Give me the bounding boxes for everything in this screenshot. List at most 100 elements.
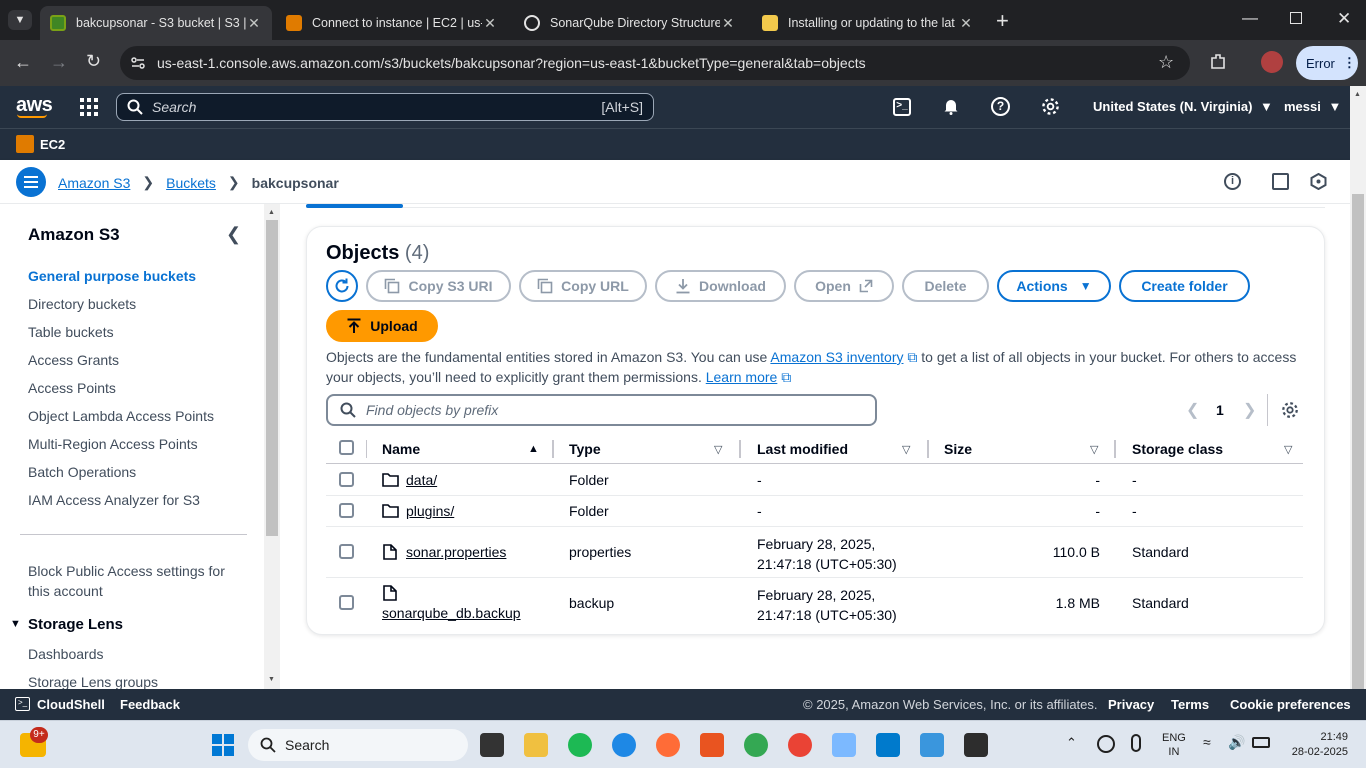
sidenav-scrollbar[interactable]: ▲ ▼ bbox=[264, 204, 280, 689]
clock[interactable]: 21:49 28-02-2025 bbox=[1288, 730, 1348, 760]
menu-toggle-button[interactable] bbox=[16, 167, 46, 197]
info-icon[interactable]: i bbox=[1224, 173, 1241, 190]
address-bar[interactable]: us-east-1.console.aws.amazon.com/s3/buck… bbox=[120, 46, 1190, 80]
breadcrumb-amazon-s3[interactable]: Amazon S3 bbox=[58, 175, 130, 191]
notifications-bell-icon[interactable] bbox=[942, 97, 960, 115]
sidebar-item-access-grants[interactable]: Access Grants bbox=[28, 352, 119, 368]
row-checkbox[interactable] bbox=[339, 472, 354, 487]
delete-button[interactable]: Delete bbox=[902, 270, 989, 302]
chrome-icon[interactable] bbox=[744, 733, 768, 757]
sidebar-item-access-points[interactable]: Access Points bbox=[28, 380, 116, 396]
forward-icon[interactable]: → bbox=[50, 52, 68, 73]
edge-icon[interactable] bbox=[612, 733, 636, 757]
favorite-ec2[interactable]: EC2 bbox=[16, 135, 65, 153]
cloudshell-icon[interactable]: >_ bbox=[893, 98, 911, 116]
new-tab-icon[interactable]: + bbox=[996, 8, 1009, 34]
page-scrollbar[interactable]: ▲ ▼ bbox=[1350, 86, 1366, 720]
filter-objects-input[interactable]: Find objects by prefix bbox=[326, 394, 877, 426]
column-header-storage-class[interactable]: Storage class bbox=[1132, 441, 1223, 457]
inventory-link[interactable]: Amazon S3 inventory bbox=[770, 349, 903, 365]
column-divider[interactable] bbox=[1114, 440, 1116, 458]
windows-start-icon[interactable] bbox=[212, 734, 234, 756]
learn-more-link[interactable]: Learn more bbox=[706, 369, 778, 385]
terminal-icon[interactable] bbox=[964, 733, 988, 757]
tab-ec2-connect[interactable]: Connect to instance | EC2 | us-e ✕ bbox=[276, 6, 508, 40]
row-checkbox[interactable] bbox=[339, 595, 354, 610]
sidenav-title[interactable]: Amazon S3 bbox=[28, 225, 120, 245]
close-window-icon[interactable]: ✕ bbox=[1337, 9, 1351, 29]
more-menu-icon[interactable]: ⋮ bbox=[1343, 55, 1356, 71]
task-view-icon[interactable] bbox=[480, 733, 504, 757]
sidebar-item-block-public-access[interactable]: Block Public Access settings for this ac… bbox=[28, 561, 238, 601]
sidebar-item-directory-buckets[interactable]: Directory buckets bbox=[28, 296, 136, 312]
column-header-name[interactable]: Name bbox=[382, 441, 420, 457]
privacy-link[interactable]: Privacy bbox=[1108, 697, 1154, 712]
cloudshell-button[interactable]: CloudShell bbox=[37, 697, 105, 712]
snipping-tool-icon[interactable] bbox=[832, 733, 856, 757]
download-button[interactable]: Download bbox=[655, 270, 786, 302]
reload-icon[interactable]: ↻ bbox=[86, 51, 101, 72]
settings-gear-icon[interactable] bbox=[1041, 97, 1060, 116]
sidebar-item-dashboards[interactable]: Dashboards bbox=[28, 646, 104, 662]
spotify-icon[interactable] bbox=[568, 733, 592, 757]
scroll-thumb[interactable] bbox=[266, 220, 278, 536]
caret-down-icon[interactable]: ▼ bbox=[10, 618, 21, 630]
site-info-icon[interactable] bbox=[130, 55, 146, 71]
split-panel-icon[interactable] bbox=[1272, 173, 1289, 190]
table-preferences-gear-icon[interactable] bbox=[1281, 401, 1299, 419]
scroll-thumb[interactable] bbox=[1352, 194, 1364, 699]
show-hidden-icons-icon[interactable]: ⌃ bbox=[1066, 735, 1077, 751]
cookie-preferences-link[interactable]: Cookie preferences bbox=[1230, 697, 1351, 712]
close-tab-icon[interactable]: ✕ bbox=[720, 15, 736, 32]
sidebar-item-storage-lens-groups[interactable]: Storage Lens groups bbox=[28, 674, 158, 689]
sidebar-item-general-purpose-buckets[interactable]: General purpose buckets bbox=[28, 268, 196, 284]
ubuntu-icon[interactable] bbox=[700, 733, 724, 757]
row-checkbox[interactable] bbox=[339, 503, 354, 518]
sort-icon[interactable]: ▽ bbox=[1090, 443, 1098, 456]
collapse-nav-icon[interactable]: ❮ bbox=[226, 224, 241, 245]
sort-icon[interactable]: ▽ bbox=[1284, 443, 1292, 456]
wifi-icon[interactable]: ≈ bbox=[1203, 734, 1211, 750]
prev-page-icon[interactable]: ❮ bbox=[1186, 400, 1199, 420]
notepad-icon[interactable] bbox=[920, 733, 944, 757]
sidebar-item-multi-region[interactable]: Multi-Region Access Points bbox=[28, 436, 198, 452]
object-name-link[interactable]: data/ bbox=[406, 472, 437, 488]
open-button[interactable]: Open bbox=[794, 270, 894, 302]
refresh-button[interactable] bbox=[326, 270, 358, 302]
tab-sonarqube-dir[interactable]: SonarQube Directory Structure ✕ bbox=[514, 6, 746, 40]
page-number[interactable]: 1 bbox=[1216, 402, 1224, 418]
region-selector[interactable]: United States (N. Virginia) ▼ bbox=[1093, 99, 1273, 114]
close-tab-icon[interactable]: ✕ bbox=[482, 15, 498, 32]
back-icon[interactable]: ← bbox=[14, 52, 32, 73]
column-header-type[interactable]: Type bbox=[569, 441, 601, 457]
scroll-up-icon[interactable]: ▲ bbox=[1354, 91, 1361, 98]
sidebar-section-storage-lens[interactable]: Storage Lens bbox=[28, 616, 123, 633]
battery-icon[interactable] bbox=[1252, 737, 1270, 748]
microphone-icon[interactable] bbox=[1131, 734, 1141, 752]
sidebar-item-object-lambda[interactable]: Object Lambda Access Points bbox=[28, 408, 214, 424]
column-divider[interactable] bbox=[552, 440, 554, 458]
aws-search-input[interactable]: Search [Alt+S] bbox=[116, 93, 654, 121]
copy-url-button[interactable]: Copy URL bbox=[519, 270, 647, 302]
select-all-checkbox[interactable] bbox=[339, 440, 354, 455]
tab-installing[interactable]: Installing or updating to the lat ✕ bbox=[752, 6, 984, 40]
profile-avatar[interactable] bbox=[1261, 51, 1283, 73]
profile-error-button[interactable]: Error ⋮ bbox=[1296, 46, 1358, 80]
sidebar-item-batch-operations[interactable]: Batch Operations bbox=[28, 464, 136, 480]
feedback-button[interactable]: Feedback bbox=[120, 697, 180, 712]
copy-s3-uri-button[interactable]: Copy S3 URI bbox=[366, 270, 511, 302]
ai-assistant-icon[interactable] bbox=[1310, 173, 1327, 190]
sort-icon[interactable]: ▽ bbox=[902, 443, 910, 456]
row-checkbox[interactable] bbox=[339, 544, 354, 559]
create-folder-button[interactable]: Create folder bbox=[1119, 270, 1250, 302]
scroll-down-icon[interactable]: ▼ bbox=[268, 676, 275, 683]
close-tab-icon[interactable]: ✕ bbox=[246, 15, 262, 32]
extensions-icon[interactable] bbox=[1208, 52, 1228, 72]
column-header-last-modified[interactable]: Last modified bbox=[757, 441, 848, 457]
object-name-link[interactable]: sonarqube_db.backup bbox=[382, 605, 521, 621]
scroll-up-icon[interactable]: ▲ bbox=[268, 209, 275, 216]
language-indicator[interactable]: ENG IN bbox=[1162, 731, 1186, 759]
actions-dropdown-button[interactable]: Actions ▼ bbox=[997, 270, 1111, 302]
sidebar-item-iam-access-analyzer[interactable]: IAM Access Analyzer for S3 bbox=[28, 492, 200, 508]
bookmark-star-icon[interactable]: ☆ bbox=[1158, 52, 1174, 73]
